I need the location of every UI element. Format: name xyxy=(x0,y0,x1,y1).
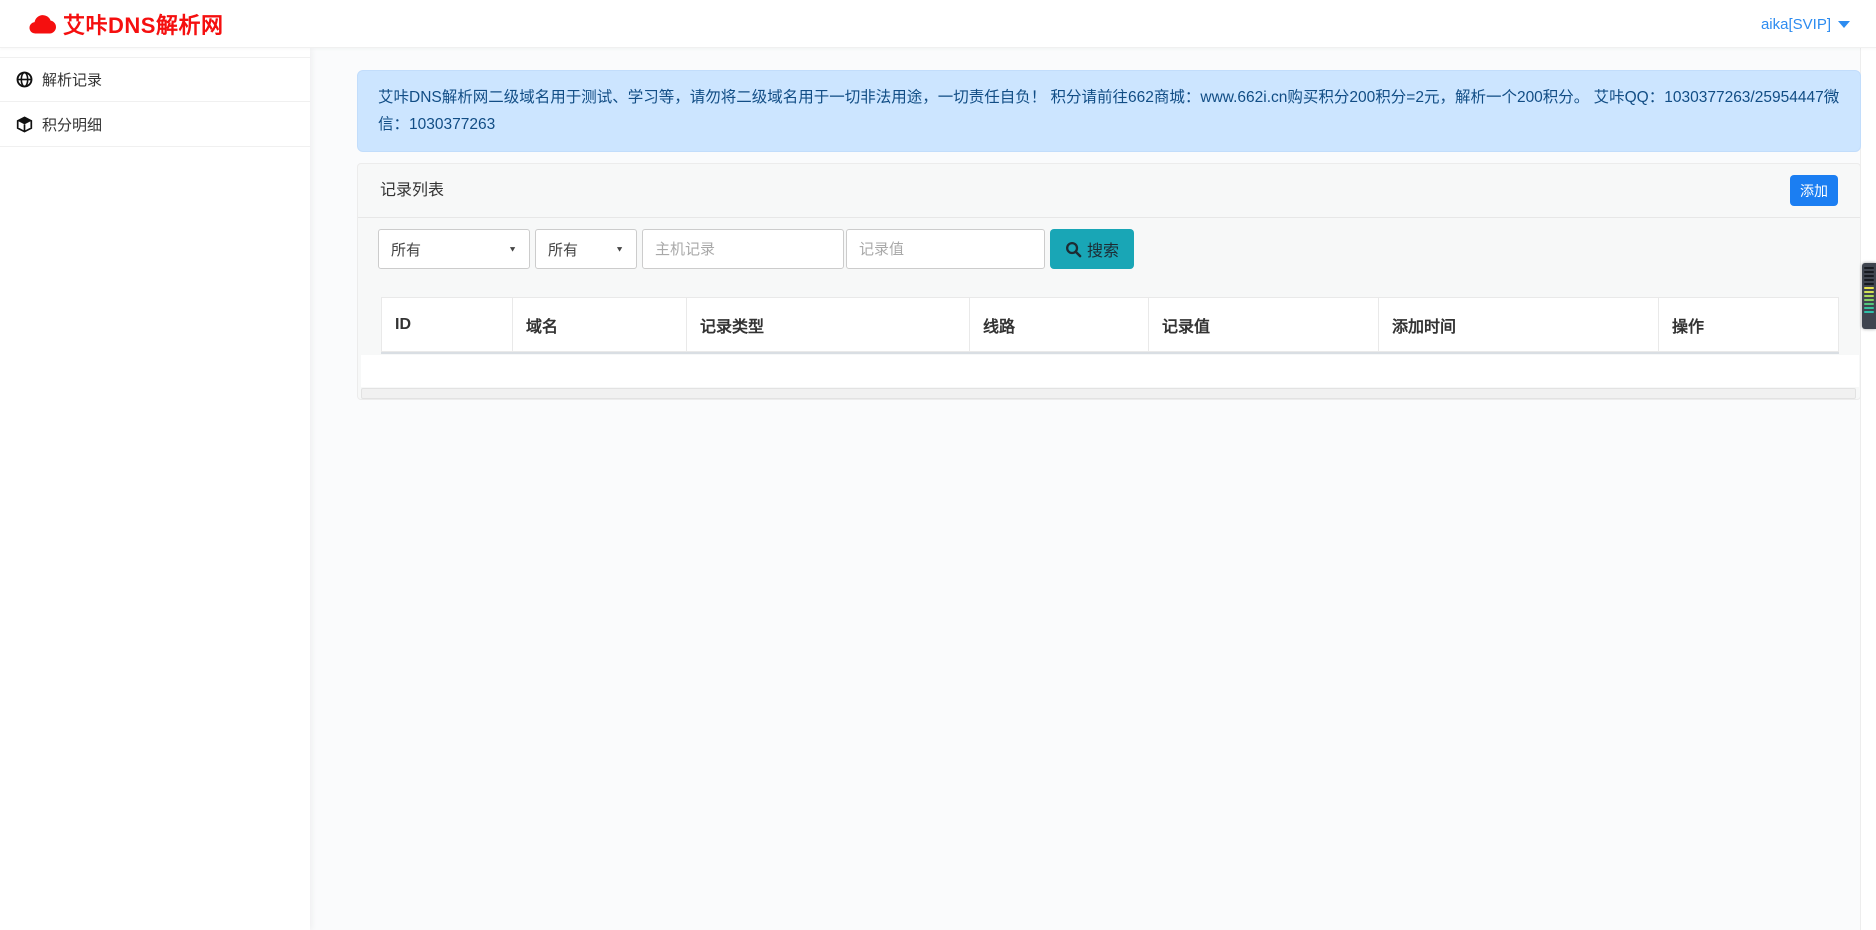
sidebar: 解析记录 积分明细 xyxy=(0,48,310,930)
column-header-action: 操作 xyxy=(1658,297,1839,352)
brand-title: 艾咔DNS解析网 xyxy=(63,8,223,40)
cube-icon xyxy=(16,116,33,133)
search-icon xyxy=(1065,241,1082,258)
cloud-icon xyxy=(28,13,58,35)
domain-filter-select[interactable]: 所有 ▼ xyxy=(378,229,530,269)
search-button[interactable]: 搜索 xyxy=(1050,229,1134,269)
type-filter-value: 所有 xyxy=(548,239,578,260)
top-navbar: 艾咔DNS解析网 aika[SVIP] xyxy=(0,0,1876,48)
column-header-type: 记录类型 xyxy=(686,297,969,352)
brand[interactable]: 艾咔DNS解析网 xyxy=(28,0,223,48)
column-header-id: ID xyxy=(381,297,512,352)
column-header-domain: 域名 xyxy=(512,297,686,352)
host-record-input[interactable] xyxy=(642,229,844,269)
sidebar-item-records[interactable]: 解析记录 xyxy=(0,57,310,102)
panel-header: 记录列表 添加 xyxy=(358,164,1860,218)
notice-banner: 艾咔DNS解析网二级域名用于测试、学习等，请勿将二级域名用于一切非法用途，一切责… xyxy=(357,70,1861,152)
records-panel: 记录列表 添加 所有 ▼ 所有 ▼ 搜索 ID 域名 记录类型 线路 记录值 xyxy=(357,163,1861,400)
user-name: aika[SVIP] xyxy=(1761,16,1831,33)
records-table: ID 域名 记录类型 线路 记录值 添加时间 操作 xyxy=(381,297,1839,354)
sidebar-item-label: 积分明细 xyxy=(42,114,102,135)
column-header-time: 添加时间 xyxy=(1378,297,1658,352)
chevron-down-icon xyxy=(1838,21,1850,28)
globe-icon xyxy=(16,71,33,88)
page: 艾咔DNS解析网 aika[SVIP] 解析记录 xyxy=(0,0,1876,930)
column-header-value: 记录值 xyxy=(1148,297,1378,352)
user-menu[interactable]: aika[SVIP] xyxy=(1761,0,1850,48)
caret-down-icon: ▼ xyxy=(508,245,517,254)
caret-down-icon: ▼ xyxy=(615,245,624,254)
search-button-label: 搜索 xyxy=(1087,237,1119,261)
domain-filter-value: 所有 xyxy=(391,239,421,260)
sidebar-item-points[interactable]: 积分明细 xyxy=(0,102,310,147)
record-value-input[interactable] xyxy=(846,229,1045,269)
add-record-button[interactable]: 添加 xyxy=(1790,175,1838,206)
column-header-line: 线路 xyxy=(969,297,1148,352)
table-empty-body xyxy=(361,355,1859,387)
panel-title: 记录列表 xyxy=(380,164,444,218)
pagination-bar xyxy=(361,388,1856,399)
type-filter-select[interactable]: 所有 ▼ xyxy=(535,229,637,269)
extension-scroll-indicator[interactable] xyxy=(1862,263,1876,329)
sidebar-item-label: 解析记录 xyxy=(42,69,102,90)
